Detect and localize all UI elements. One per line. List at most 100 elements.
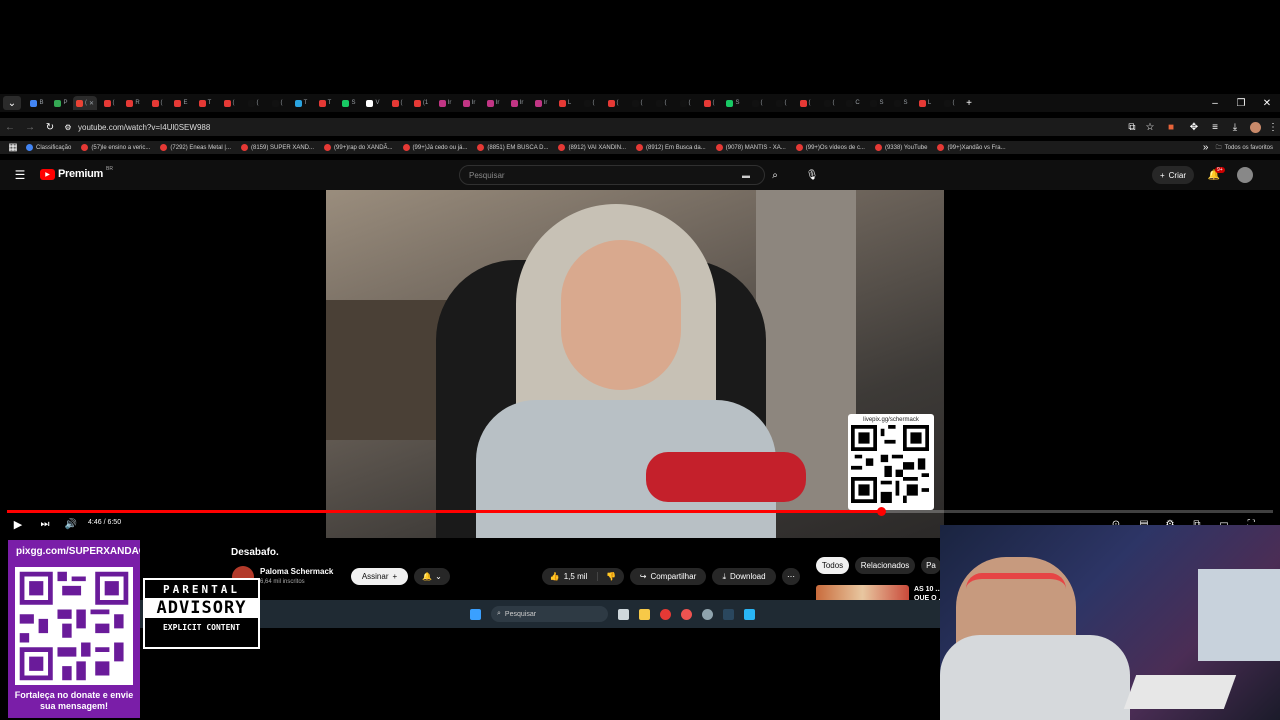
channel-name[interactable]: Paloma Schermack [260,567,333,576]
more-actions-button[interactable]: ⋯ [782,568,800,585]
close-window-icon[interactable]: ✕ [1254,98,1280,109]
bookmark-item[interactable]: Classificação [26,144,71,151]
browser-tab[interactable]: ( [649,96,673,110]
video-player[interactable]: livepix.gg/schermack [326,190,944,538]
media-icon[interactable]: ≡ [1205,122,1225,133]
bookmark-item[interactable]: (7292) Eneas Metal |... [160,144,231,151]
browser-tab[interactable]: ( [697,96,721,110]
bookmark-item[interactable]: (9338) YouTube [874,144,927,151]
play-icon[interactable]: ▶ [11,517,25,531]
reload-icon[interactable]: ↻ [40,122,60,133]
browser-tab[interactable]: Ir [433,96,457,110]
bookmark-item[interactable]: (9078) MANTIS - XA... [715,144,786,151]
chrome-icon[interactable] [660,608,671,620]
browser-tab[interactable]: ( [265,96,289,110]
bookmark-item[interactable]: (8159) SUPER XAND... [240,144,314,151]
hamburger-menu-icon[interactable]: ☰ [12,166,28,184]
bookmark-item[interactable]: (99+)Xandão vs Fra... [937,144,1006,151]
browser-tab[interactable]: ( [97,96,121,110]
browser-tab[interactable]: ( [241,96,265,110]
browser-tab[interactable]: E [169,96,193,110]
task-view-icon[interactable] [618,608,629,620]
browser-tab[interactable]: ( [673,96,697,110]
browser-tab[interactable]: (1 [409,96,433,110]
taskbar-settings-icon[interactable] [702,608,713,620]
like-button[interactable]: 👍 1,5 mil [550,572,599,581]
taskbar-app-icon[interactable] [681,608,692,620]
more-bookmarks-icon[interactable]: » [1196,142,1216,153]
browser-menu-icon[interactable]: ⋮ [1266,122,1280,133]
browser-tab[interactable]: P [49,96,73,110]
bookmark-item[interactable]: (99+)Os vídeos de c... [795,144,865,151]
download-button[interactable]: ⤓ Download [712,568,776,585]
bookmark-item[interactable]: (99+)rap do XANDÃ... [324,144,393,151]
browser-tab[interactable]: ( [817,96,841,110]
browser-tab[interactable]: ( [745,96,769,110]
browser-tab[interactable]: T [313,96,337,110]
bookmark-item[interactable]: (8912) VAI XANDIN... [558,144,626,151]
chip-partial[interactable]: Pa [921,557,941,574]
tab-search-icon[interactable]: ⌄ [3,96,21,110]
taskbar-editor-icon[interactable] [744,608,755,620]
voice-search-icon[interactable]: 🎙 [802,165,822,185]
browser-tab[interactable]: ( [625,96,649,110]
steam-icon[interactable] [723,608,734,620]
url-field[interactable]: youtube.com/watch?v=I4Ul0SEW988 [78,123,210,132]
bookmark-item[interactable]: (8851) EM BUSCA D... [477,144,548,151]
search-button-icon[interactable]: ⌕ [765,165,785,185]
subscribe-button[interactable]: Assinar + [351,568,408,585]
chip-related[interactable]: Relacionados [855,557,915,574]
chip-all[interactable]: Todos [816,557,849,574]
browser-tab[interactable]: L [913,96,937,110]
browser-tab[interactable]: V [361,96,385,110]
account-avatar[interactable] [1237,167,1253,183]
tab-close-icon[interactable]: ✕ [89,100,94,107]
new-tab-button[interactable]: + [961,96,977,110]
browser-tab[interactable]: T [289,96,313,110]
browser-tab[interactable]: ( [217,96,241,110]
browser-tab[interactable]: R [121,96,145,110]
browser-tab[interactable]: L [553,96,577,110]
create-button[interactable]: + Criar [1152,166,1194,184]
browser-tab[interactable]: S [337,96,361,110]
browser-tab[interactable]: ( [145,96,169,110]
progress-scrubber[interactable] [876,507,886,516]
taskbar-search[interactable]: ⌕ Pesquisar [491,606,608,622]
next-icon[interactable]: ⏭ [38,517,52,531]
bookmark-item[interactable]: (99+)Já cedo ou já... [402,144,467,151]
browser-tab[interactable]: ( [793,96,817,110]
forward-icon[interactable]: → [20,122,40,133]
volume-icon[interactable]: 🔊 [64,517,78,531]
restore-icon[interactable]: ❐ [1228,98,1254,109]
search-input[interactable]: Pesquisar ▬ [459,165,765,185]
dislike-button[interactable]: 👎 [598,572,616,581]
browser-tab[interactable]: ( [385,96,409,110]
windows-start-icon[interactable] [470,608,481,620]
all-bookmarks-folder[interactable]: 🗀 Todos os favoritos [1216,143,1273,153]
site-info-icon[interactable]: ⚙ [60,123,76,132]
install-icon[interactable]: ⧉ [1123,122,1141,133]
extensions-puzzle-icon[interactable]: ✥ [1183,122,1205,133]
apps-grid-icon[interactable]: ▦ [0,142,26,153]
browser-tab[interactable]: ( [937,96,961,110]
browser-tab[interactable]: ( [577,96,601,110]
extension-icon[interactable]: ■ [1159,122,1183,133]
browser-tab[interactable]: C [841,96,865,110]
file-explorer-icon[interactable] [639,608,650,620]
browser-tab[interactable]: ( [769,96,793,110]
browser-tab[interactable]: (✕ [73,96,97,110]
progress-track[interactable] [7,507,1273,516]
browser-tab[interactable]: S [889,96,913,110]
keyboard-icon[interactable]: ▬ [742,171,750,180]
browser-tab[interactable]: S [721,96,745,110]
browser-tab[interactable]: T [193,96,217,110]
downloads-icon[interactable]: ⤓ [1225,122,1245,133]
bookmark-item[interactable]: (8912) Em Busca da... [636,144,706,151]
browser-tab[interactable]: Ir [505,96,529,110]
browser-tab[interactable]: B [25,96,49,110]
browser-tab[interactable]: S [865,96,889,110]
back-icon[interactable]: ← [0,122,20,133]
browser-tab[interactable]: Ir [529,96,553,110]
profile-avatar[interactable] [1250,121,1261,133]
share-button[interactable]: ↪ Compartilhar [630,568,706,585]
